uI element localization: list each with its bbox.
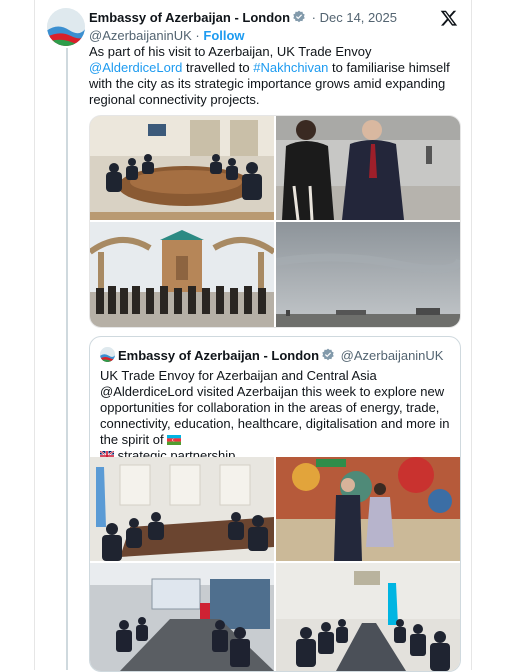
timeline-border-left <box>34 0 35 670</box>
photo-painting-portrait[interactable] <box>276 457 460 561</box>
photo-office-meeting[interactable] <box>90 457 274 561</box>
photo-landscape[interactable] <box>276 222 460 327</box>
x-logo-icon[interactable] <box>440 9 458 27</box>
quoted-author-handle[interactable]: @AzerbaijaninUK <box>341 348 444 363</box>
photo-two-people[interactable] <box>276 116 460 220</box>
photo-conference-screen[interactable] <box>90 563 274 671</box>
photo-meeting-room[interactable] <box>90 116 274 220</box>
author-avatar[interactable] <box>47 8 85 46</box>
timeline-border-right <box>471 0 472 670</box>
tweet-text-part: travelled to <box>182 60 254 75</box>
author-name[interactable]: Embassy of Azerbaijan - London <box>89 10 290 25</box>
thread-line <box>66 48 68 670</box>
quoted-text-part: UK Trade Envoy for Azerbaijan and Centra… <box>100 368 450 447</box>
quoted-media-grid <box>90 457 460 671</box>
photo-embassy-meeting[interactable] <box>276 563 460 671</box>
quoted-tweet-header: Embassy of Azerbaijan - London @Azerbaij… <box>118 348 443 366</box>
author-handle[interactable]: @AzerbaijaninUK <box>89 28 192 43</box>
tweet-date[interactable]: Dec 14, 2025 <box>320 10 397 25</box>
mention-link[interactable]: @AlderdiceLord <box>89 60 182 75</box>
quoted-author-avatar[interactable] <box>100 347 115 362</box>
verified-badge-icon <box>292 10 306 28</box>
photo-group-monument[interactable] <box>90 222 274 327</box>
quoted-author-name[interactable]: Embassy of Azerbaijan - London <box>118 348 319 363</box>
tweet-text: As part of his visit to Azerbaijan, UK T… <box>89 44 461 108</box>
hashtag-link[interactable]: #Nakhchivan <box>253 60 328 75</box>
tweet-text-part: As part of his visit to Azerbaijan, UK T… <box>89 44 372 59</box>
follow-separator: · <box>191 28 204 43</box>
tweet-header: Embassy of Azerbaijan - London · Dec 14,… <box>89 10 397 28</box>
quoted-tweet-card[interactable]: Embassy of Azerbaijan - London @Azerbaij… <box>89 336 461 672</box>
tweet-media-grid <box>89 115 461 328</box>
azerbaijan-flag-icon <box>167 433 182 445</box>
follow-button[interactable]: Follow <box>203 28 244 43</box>
date-separator: · <box>308 10 320 25</box>
handle-row: @AzerbaijaninUK · Follow <box>89 28 245 44</box>
verified-badge-icon <box>321 348 335 366</box>
quoted-tweet-text: UK Trade Envoy for Azerbaijan and Centra… <box>99 368 452 464</box>
